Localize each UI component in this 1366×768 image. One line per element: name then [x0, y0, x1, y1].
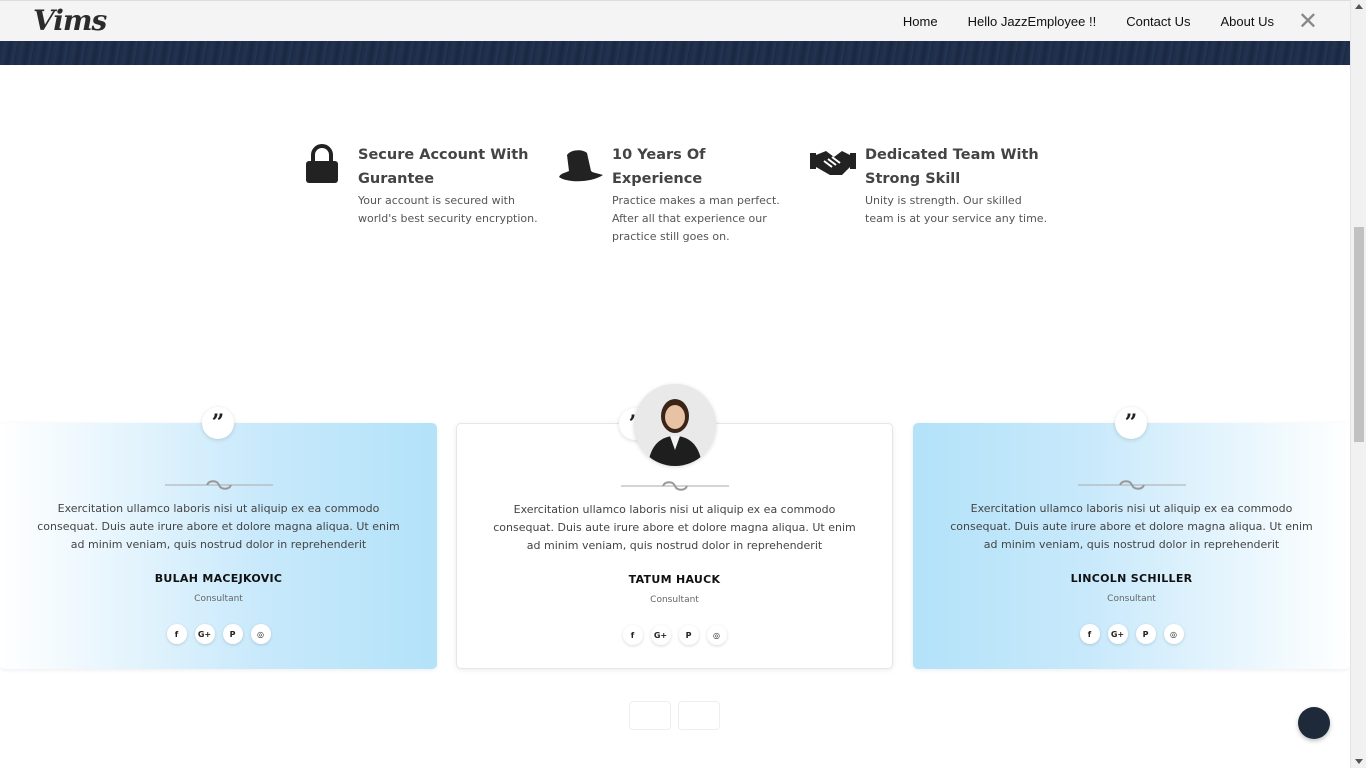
ornament-divider [1077, 480, 1186, 490]
feature-title: 10 Years Of Experience [612, 147, 706, 187]
quote-icon: ” [1115, 407, 1147, 439]
ornament-divider [164, 480, 273, 490]
testimonial-text: Exercitation ullamco laboris nisi ut ali… [37, 502, 400, 551]
cowboy-hat-icon [559, 150, 603, 182]
testimonial-card: ” Exercitation ullamco laboris nisi ut a… [0, 407, 437, 669]
testimonial-text: Exercitation ullamco laboris nisi ut ali… [950, 502, 1313, 551]
scroll-up-icon[interactable] [1355, 4, 1363, 9]
person-avatar-icon [634, 384, 716, 466]
chat-button[interactable] [1298, 707, 1330, 739]
facebook-icon[interactable]: f [166, 624, 187, 644]
pinterest-icon[interactable]: P [1135, 624, 1156, 644]
testimonial-role: Consultant [650, 595, 699, 605]
top-navbar: Vims Home Hello JazzEmployee !! Contact … [0, 0, 1350, 41]
google-plus-icon[interactable]: G+ [650, 625, 671, 645]
main-nav: Home Hello JazzEmployee !! Contact Us Ab… [873, 1, 1274, 42]
social-links: f G+ P ◎ [913, 624, 1350, 644]
social-links: f G+ P ◎ [457, 625, 892, 645]
instagram-icon[interactable]: ◎ [706, 625, 727, 645]
feature-desc: Practice makes a man perfect. After all … [612, 194, 780, 243]
nav-contact-us[interactable]: Contact Us [1126, 14, 1190, 29]
testimonial-role: Consultant [1107, 594, 1156, 604]
social-links: f G+ P ◎ [0, 624, 437, 644]
page-scrollbar[interactable] [1350, 0, 1366, 768]
ornament-divider [620, 481, 729, 491]
nav-about-us[interactable]: About Us [1221, 14, 1274, 29]
banner-strip [0, 41, 1350, 65]
site-logo[interactable]: Vims [33, 4, 107, 37]
features-section: Secure Account With Gurantee Your accoun… [303, 143, 1063, 243]
feature-title: Secure Account With Gurantee [358, 147, 529, 187]
instagram-icon[interactable]: ◎ [250, 624, 271, 644]
testimonial-text: Exercitation ullamco laboris nisi ut ali… [493, 503, 856, 552]
feature-desc: Unity is strength. Our skilled team is a… [865, 194, 1048, 225]
quote-icon: ” [202, 407, 234, 439]
nav-home[interactable]: Home [903, 14, 938, 29]
testimonial-role: Consultant [194, 594, 243, 604]
testimonial-name: BULAH MACEJKOVIC [154, 572, 283, 585]
instagram-icon[interactable]: ◎ [1163, 624, 1184, 644]
close-icon[interactable]: ✕ [1298, 9, 1318, 33]
google-plus-icon[interactable]: G+ [1107, 624, 1128, 644]
facebook-icon[interactable]: f [1079, 624, 1100, 644]
pinterest-icon[interactable]: P [678, 625, 699, 645]
scroll-down-icon[interactable] [1355, 759, 1363, 764]
feature-desc: Your account is secured with world's bes… [358, 194, 538, 225]
scroll-thumb[interactable] [1354, 227, 1364, 442]
avatar [634, 384, 716, 466]
testimonial-card: ” Exercitation ullamco laboris nisi ut a… [913, 407, 1350, 669]
slider-prev-button[interactable] [629, 701, 671, 730]
lock-icon [306, 144, 338, 183]
nav-user-greeting[interactable]: Hello JazzEmployee !! [968, 14, 1097, 29]
testimonial-name: LINCOLN SCHILLER [1070, 572, 1193, 585]
handshake-icon [810, 151, 856, 175]
slider-next-button[interactable] [678, 701, 720, 730]
testimonial-name: TATUM HAUCK [628, 573, 721, 586]
google-plus-icon[interactable]: G+ [194, 624, 215, 644]
pinterest-icon[interactable]: P [222, 624, 243, 644]
facebook-icon[interactable]: f [622, 625, 643, 645]
feature-title: Dedicated Team With Strong Skill [865, 147, 1039, 187]
testimonial-card: ” Exercitation ullamco laboris nisi ut a… [456, 384, 893, 669]
